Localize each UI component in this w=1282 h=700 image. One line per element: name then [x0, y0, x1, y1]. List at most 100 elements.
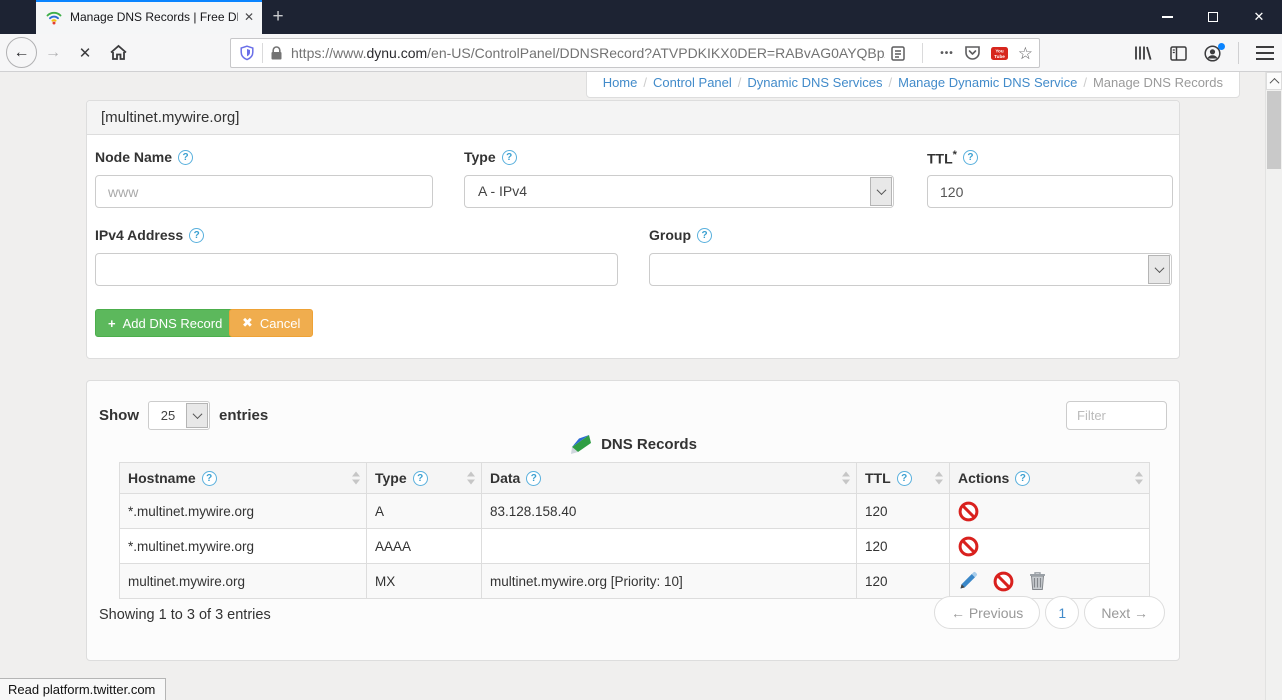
- table-title-text: DNS Records: [601, 436, 697, 453]
- help-icon[interactable]: ?: [962, 150, 978, 166]
- next-page-button[interactable]: Next →: [1084, 596, 1165, 629]
- close-button[interactable]: ✕: [1236, 0, 1282, 34]
- maximize-button[interactable]: [1190, 0, 1236, 34]
- column-label: Type: [375, 470, 407, 486]
- column-data[interactable]: Data?: [481, 462, 857, 494]
- node-name-input[interactable]: [95, 175, 433, 208]
- cancel-button[interactable]: ✖ Cancel: [229, 309, 314, 337]
- dns-records-flag-icon: [571, 435, 592, 454]
- tab-close-icon[interactable]: ✕: [244, 10, 254, 24]
- chevron-down-icon[interactable]: [1148, 255, 1170, 284]
- home-button[interactable]: [101, 44, 135, 61]
- minimize-button[interactable]: [1144, 0, 1190, 34]
- page-size-select[interactable]: 25: [148, 401, 210, 430]
- help-icon[interactable]: ?: [697, 227, 712, 243]
- new-tab-button[interactable]: +: [262, 0, 294, 34]
- help-icon[interactable]: ?: [201, 470, 217, 486]
- page-actions-icon[interactable]: •••: [940, 48, 954, 59]
- disable-record-icon[interactable]: [993, 571, 1014, 592]
- page-size-value: 25: [160, 408, 176, 423]
- column-actions[interactable]: Actions?: [949, 462, 1150, 494]
- url-domain: dynu.com: [366, 45, 428, 61]
- url-bar[interactable]: https://www.dynu.com/en-US/ControlPanel/…: [230, 38, 1040, 68]
- dns-records-table: Hostname? Type? Data? TTL? Actions? *.mu…: [119, 462, 1150, 599]
- back-button[interactable]: ←: [6, 37, 37, 68]
- chevron-down-icon[interactable]: [186, 403, 208, 428]
- column-label: Actions: [958, 470, 1010, 486]
- help-icon[interactable]: ?: [189, 227, 205, 243]
- entries-summary: Showing 1 to 3 of 3 entries: [99, 607, 271, 623]
- bookmark-star-icon[interactable]: ☆: [1018, 45, 1033, 62]
- cell-type: MX: [366, 563, 482, 599]
- library-icon[interactable]: [1134, 45, 1153, 61]
- menu-icon[interactable]: [1256, 46, 1274, 60]
- previous-page-button[interactable]: ← Previous: [933, 596, 1041, 629]
- sidebar-icon[interactable]: [1170, 45, 1187, 61]
- breadcrumb-manage-ddns[interactable]: Manage Dynamic DNS Service: [898, 75, 1077, 90]
- disable-record-icon[interactable]: [958, 536, 979, 557]
- reader-mode-icon[interactable]: [891, 45, 905, 61]
- edit-record-icon[interactable]: [958, 571, 978, 591]
- vertical-scrollbar[interactable]: [1265, 72, 1282, 700]
- filter-input[interactable]: [1066, 401, 1167, 430]
- type-select[interactable]: A - IPv4: [464, 175, 894, 208]
- breadcrumb-separator: /: [643, 75, 647, 90]
- group-select[interactable]: [649, 253, 1172, 286]
- cell-data: 83.128.158.40: [481, 493, 857, 529]
- group-label-text: Group: [649, 227, 691, 243]
- sort-icon: [935, 471, 944, 485]
- page-number-button[interactable]: 1: [1045, 596, 1080, 629]
- pocket-icon[interactable]: [964, 45, 981, 61]
- required-asterisk: *: [952, 149, 957, 161]
- scroll-up-arrow[interactable]: [1266, 72, 1282, 90]
- column-type[interactable]: Type?: [366, 462, 482, 494]
- status-bar: Read platform.twitter.com: [0, 678, 167, 700]
- url-text[interactable]: https://www.dynu.com/en-US/ControlPanel/…: [291, 45, 885, 61]
- table-row: *.multinet.mywire.org A 83.128.158.40 12…: [119, 493, 1150, 529]
- account-button[interactable]: [1204, 42, 1225, 62]
- tracking-protection-shield-icon[interactable]: [239, 45, 255, 61]
- tab-title: Manage DNS Records | Free DD: [70, 10, 238, 24]
- column-label: TTL: [865, 470, 891, 486]
- help-icon[interactable]: ?: [178, 149, 194, 165]
- add-dns-record-button[interactable]: + Add DNS Record: [95, 309, 236, 337]
- browser-tab[interactable]: Manage DNS Records | Free DD ✕: [36, 0, 262, 34]
- x-icon: ✖: [242, 315, 253, 330]
- ttl-label-text: TTL*: [927, 149, 957, 167]
- cell-type: AAAA: [366, 528, 482, 564]
- help-icon[interactable]: ?: [1015, 470, 1031, 486]
- ttl-input[interactable]: [927, 175, 1173, 208]
- dynu-wifi-favicon: [46, 11, 62, 25]
- column-ttl[interactable]: TTL?: [856, 462, 950, 494]
- help-icon[interactable]: ?: [896, 470, 912, 486]
- forward-button[interactable]: →: [37, 44, 69, 62]
- breadcrumb-home[interactable]: Home: [603, 75, 638, 90]
- stop-button[interactable]: ✕: [69, 44, 101, 62]
- disable-record-icon[interactable]: [958, 501, 979, 522]
- chevron-down-icon[interactable]: [870, 177, 892, 206]
- breadcrumb-current: Manage DNS Records: [1092, 75, 1223, 90]
- breadcrumb-control-panel[interactable]: Control Panel: [653, 75, 732, 90]
- help-icon[interactable]: ?: [526, 470, 542, 486]
- help-icon[interactable]: ?: [501, 149, 517, 165]
- type-label-text: Type: [464, 149, 496, 165]
- window-controls: ✕: [1144, 0, 1282, 34]
- cell-type: A: [366, 493, 482, 529]
- group-label: Group ?: [649, 227, 712, 243]
- help-icon[interactable]: ?: [412, 470, 428, 486]
- minimize-icon: [1161, 16, 1173, 18]
- youtube-extension-icon[interactable]: You Tube: [990, 46, 1008, 60]
- scrollbar-thumb[interactable]: [1267, 91, 1281, 169]
- ipv4-input[interactable]: [95, 253, 618, 286]
- sort-icon: [467, 471, 476, 485]
- padlock-icon[interactable]: [270, 45, 283, 61]
- maximize-icon: [1208, 12, 1218, 22]
- column-label: Hostname: [128, 470, 196, 486]
- breadcrumb-ddns-services[interactable]: Dynamic DNS Services: [747, 75, 882, 90]
- delete-record-icon[interactable]: [1029, 571, 1046, 591]
- sort-icon: [352, 471, 361, 485]
- toolbar-divider: [1238, 42, 1239, 64]
- ipv4-label: IPv4 Address ?: [95, 227, 205, 243]
- ttl-label: TTL* ?: [927, 149, 978, 167]
- column-hostname[interactable]: Hostname?: [119, 462, 367, 494]
